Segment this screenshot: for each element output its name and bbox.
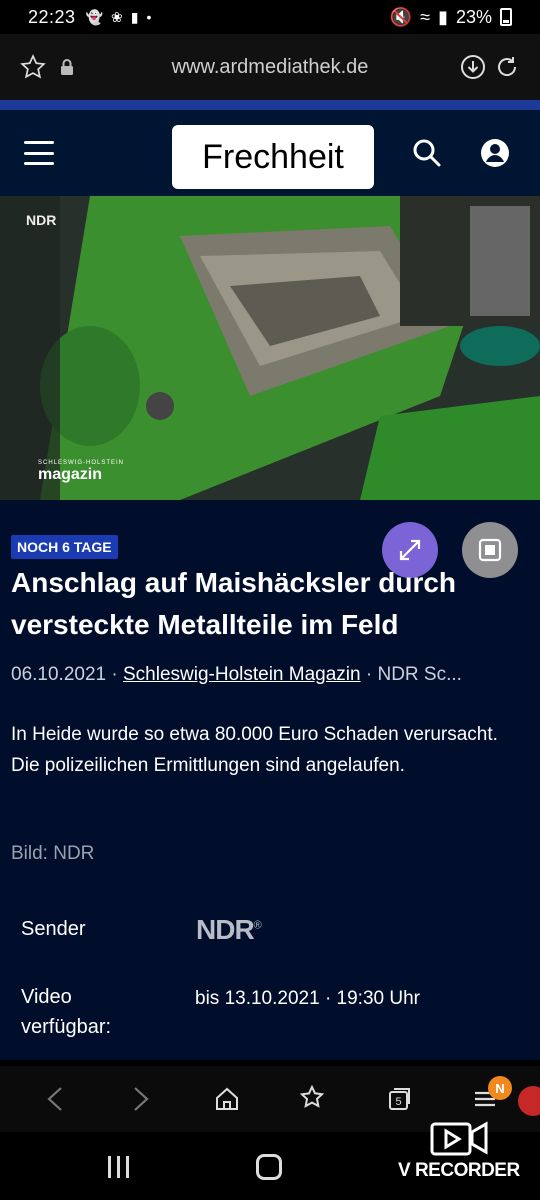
video-channel-tag: NDR bbox=[26, 212, 57, 228]
screen-recorder-watermark: V RECORDER bbox=[398, 1116, 528, 1192]
forward-icon[interactable] bbox=[121, 1079, 161, 1119]
article-meta: 06.10.2021 · Schleswig-Holstein Magazin … bbox=[11, 664, 536, 686]
status-right-icons: 🔇 ≈ ▮ 23% bbox=[390, 7, 512, 28]
picture-in-picture-icon bbox=[478, 538, 502, 562]
meta-separator: · bbox=[360, 664, 378, 685]
page-title: Frechheit bbox=[172, 125, 374, 189]
user-account-icon[interactable] bbox=[478, 136, 512, 170]
browser-url-bar: www.ardmediathek.de bbox=[0, 34, 540, 100]
status-left-icons: 👻 ❀ ▮ • bbox=[86, 9, 152, 26]
recorder-label: V RECORDER bbox=[398, 1160, 520, 1181]
show-link[interactable]: Schleswig-Holstein Magazin bbox=[123, 664, 361, 685]
ndr-logo-text: NDR bbox=[196, 914, 255, 945]
bookmarks-icon[interactable] bbox=[293, 1079, 333, 1119]
battery-icon bbox=[500, 8, 512, 26]
video-camera-icon: ▮ bbox=[130, 8, 139, 25]
snapchat-icon: 👻 bbox=[85, 8, 103, 25]
wifi-icon: ≈ bbox=[420, 6, 431, 27]
dot-icon: • bbox=[146, 9, 152, 25]
expand-icon bbox=[399, 539, 421, 561]
bookmark-star-icon[interactable] bbox=[16, 50, 50, 84]
video-availability-label: Video verfügbar: bbox=[21, 982, 111, 1042]
battery-percent: 23% bbox=[455, 6, 492, 27]
show-logo: SCHLESWIG-HOLSTEIN magazin bbox=[38, 460, 124, 484]
url-text[interactable]: www.ardmediathek.de bbox=[84, 56, 456, 79]
system-home-icon[interactable] bbox=[256, 1154, 282, 1180]
hamburger-menu-icon[interactable] bbox=[24, 141, 54, 165]
video-camera-icon bbox=[430, 1121, 488, 1156]
article-date: 06.10.2021 bbox=[11, 664, 107, 685]
status-time: 22:23 bbox=[28, 6, 76, 27]
home-icon[interactable] bbox=[207, 1079, 247, 1119]
sender-label: Sender bbox=[21, 918, 86, 940]
tabs-icon[interactable]: 5 bbox=[379, 1079, 419, 1119]
accent-bar bbox=[0, 100, 540, 110]
show-logo-text: magazin bbox=[38, 466, 103, 483]
status-bar: 22:23 👻 ❀ ▮ • 🔇 ≈ ▮ 23% bbox=[0, 0, 540, 34]
download-icon[interactable] bbox=[456, 50, 490, 84]
availability-badge: NOCH 6 TAGE bbox=[11, 535, 118, 559]
reload-icon[interactable] bbox=[490, 50, 524, 84]
image-credit: Bild: NDR bbox=[11, 843, 95, 864]
back-icon[interactable] bbox=[35, 1079, 75, 1119]
availability-date: bis 13.10.2021 · 19:30 Uhr bbox=[195, 988, 420, 1009]
signal-icon: ▮ bbox=[438, 6, 448, 27]
video-label-line1: Video bbox=[21, 986, 72, 1008]
site-header: Frechheit bbox=[0, 110, 540, 196]
article-content: NOCH 6 TAGE Anschlag auf Maishäcksler du… bbox=[0, 500, 540, 1060]
channel-name: NDR Sc... bbox=[377, 664, 462, 685]
floating-record-button[interactable] bbox=[518, 1086, 540, 1116]
video-player[interactable]: NDR SCHLESWIG-HOLSTEIN magazin bbox=[0, 196, 540, 500]
search-icon[interactable] bbox=[410, 136, 444, 170]
meta-separator: · bbox=[106, 664, 123, 685]
notification-badge: N bbox=[488, 1076, 512, 1100]
lock-icon bbox=[50, 50, 84, 84]
registered-mark-icon: ® bbox=[253, 919, 262, 932]
fan-icon: ❀ bbox=[110, 8, 123, 25]
article-description: In Heide wurde so etwa 80.000 Euro Schad… bbox=[11, 724, 498, 777]
video-label-line2: verfügbar: bbox=[21, 1016, 112, 1038]
article-headline: Anschlag auf Maishäcksler durch versteck… bbox=[11, 567, 457, 640]
mute-icon: 🔇 bbox=[389, 6, 413, 27]
tabs-count: 5 bbox=[395, 1096, 401, 1108]
recent-apps-icon[interactable] bbox=[108, 1156, 132, 1178]
video-frame-image bbox=[0, 196, 540, 500]
ndr-logo: NDR® bbox=[196, 914, 262, 946]
